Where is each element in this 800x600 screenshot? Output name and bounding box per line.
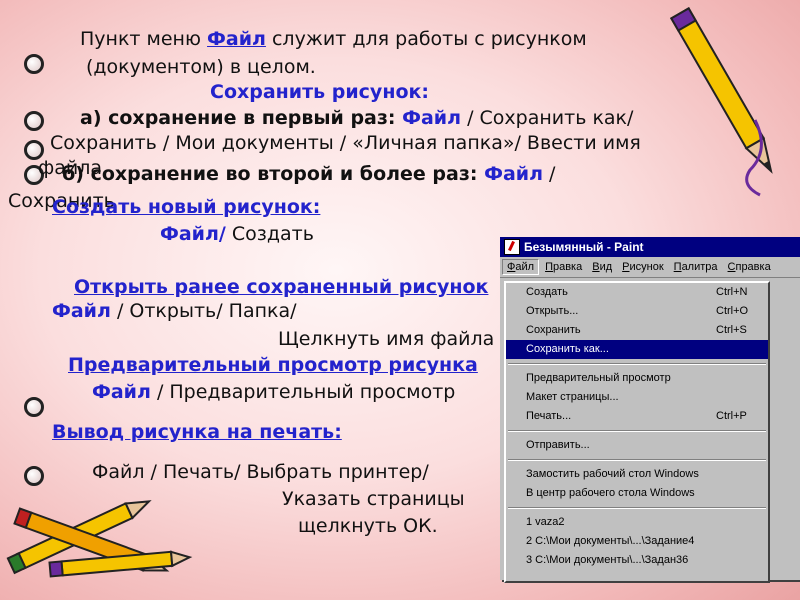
pencils-bundle-icon [6,500,193,578]
menu-item-save[interactable]: Сохранить Ctrl+S [506,321,768,340]
menu-item-save-as[interactable]: Сохранить как... [506,340,768,359]
save-second-line-1: б) сохранение во второй и более раз: Фай… [62,163,556,185]
bullet-icon [24,466,44,486]
open-line-1: Файл / Открыть/ Папка/ [52,300,297,322]
menu-separator [508,507,766,509]
open-line-2: Щелкнуть имя файла [278,328,495,350]
open-heading: Открыть ранее сохраненный рисунок [74,276,489,298]
menu-help[interactable]: Справка [724,260,775,274]
save-first-line-2: Сохранить / Мои документы / «Личная папк… [50,132,641,154]
menu-view[interactable]: Вид [588,260,616,274]
menu-separator [508,430,766,432]
menu-separator [508,363,766,365]
menu-item-page-setup[interactable]: Макет страницы... [506,388,768,407]
menu-item-print-preview[interactable]: Предварительный просмотр [506,369,768,388]
menu-bar: Файл Правка Вид Рисунок Палитра Справка [500,257,800,278]
menu-colors[interactable]: Палитра [670,260,722,274]
paint-app-icon [504,239,520,255]
new-line: Файл/ Создать [160,223,314,245]
file-menu-dropdown: Создать Ctrl+N Открыть... Ctrl+O Сохранить… [504,281,770,583]
file-keyword: Файл [207,28,266,50]
print-line-2: Указать страницы [282,488,465,510]
menu-item-open[interactable]: Открыть... Ctrl+O [506,302,768,321]
preview-heading: Предварительный просмотр рисунка [68,354,478,376]
intro-line-2: (документом) в целом. [86,56,316,78]
menu-item-center-wallpaper[interactable]: В центр рабочего стола Windows [506,484,768,503]
paint-window: Безымянный - Paint Файл Правка Вид Рисун… [500,237,800,583]
new-heading: Создать новый рисунок: [52,196,321,218]
menu-item-recent-1[interactable]: 1 vaza2 [506,513,768,532]
menu-item-new[interactable]: Создать Ctrl+N [506,283,768,302]
pencil-icon [669,7,773,197]
save-first-line-1: а) сохранение в первый раз: Файл / Сохра… [80,107,634,129]
menu-edit[interactable]: Правка [541,260,586,274]
window-title: Безымянный - Paint [524,240,644,254]
print-line-3: щелкнуть ОК. [298,515,438,537]
print-line-1: Файл / Печать/ Выбрать принтер/ [92,461,429,483]
bullet-icon [24,397,44,417]
menu-image[interactable]: Рисунок [618,260,668,274]
bullet-icon [24,111,44,131]
menu-item-recent-2[interactable]: 2 C:\Мои документы\...\Задание4 [506,532,768,551]
menu-item-tile-wallpaper[interactable]: Замостить рабочий стол Windows [506,465,768,484]
bullet-icon [24,54,44,74]
preview-line: Файл / Предварительный просмотр [92,381,456,403]
print-heading: Вывод рисунка на печать: [52,421,342,443]
menu-separator [508,459,766,461]
save-heading: Сохранить рисунок: [210,81,429,103]
intro-line-1: Пункт меню Файл служит для работы с рису… [80,28,587,50]
title-bar: Безымянный - Paint [500,237,800,257]
menu-item-send[interactable]: Отправить... [506,436,768,455]
menu-file[interactable]: Файл [502,259,540,275]
menu-item-recent-3[interactable]: 3 C:\Мои документы\...\Задан36 [506,551,768,570]
menu-item-print[interactable]: Печать... Ctrl+P [506,407,768,426]
